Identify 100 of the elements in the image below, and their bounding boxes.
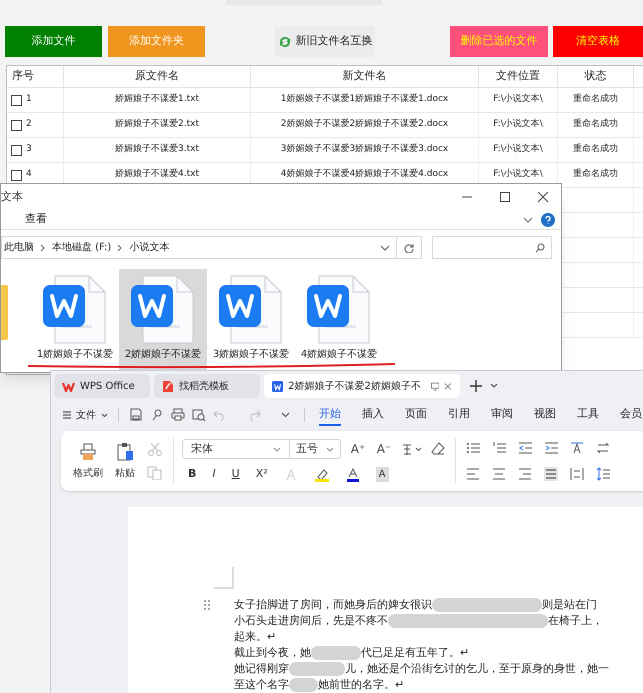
chevron-icon[interactable] [490, 383, 498, 389]
bullet-list-icon[interactable] [466, 441, 480, 455]
ribbon-tab[interactable]: 查看 [25, 211, 47, 228]
column-header: 状态 [558, 66, 634, 87]
file-item[interactable]: 2娇媚娘子不谋爱 [119, 269, 207, 372]
font-color-icon[interactable] [346, 468, 360, 482]
file-item[interactable]: 3娇媚娘子不谋爱 [207, 269, 295, 372]
line-spacing-icon[interactable] [596, 467, 610, 481]
format-button[interactable]: B [188, 466, 196, 483]
refresh-button[interactable] [397, 236, 422, 259]
ribbon-tab[interactable]: 视图 [534, 404, 556, 426]
table-cell-text: 1娇媚娘子不谋爱1娇媚娘子不谋爱1.docx [280, 93, 448, 106]
window-title: 文本 [1, 188, 23, 205]
format-button[interactable]: U [232, 466, 240, 483]
numbered-list-icon[interactable] [492, 441, 506, 455]
format-button[interactable]: I [212, 466, 216, 483]
breadcrumb-item[interactable]: 小说文本 [129, 240, 170, 255]
column-header: 序号 [7, 66, 64, 87]
shading-button[interactable]: A [376, 467, 388, 482]
ribbon-tab[interactable]: 引用 [448, 404, 470, 426]
close-icon[interactable] [444, 382, 452, 390]
row-checkbox[interactable] [11, 170, 22, 180]
row-number: 1 [26, 93, 32, 106]
template-icon [162, 380, 174, 392]
close-icon[interactable] [537, 191, 549, 203]
margin-corner-icon [214, 567, 234, 589]
character-spacing-icon[interactable] [570, 441, 584, 455]
eraser-icon[interactable] [431, 442, 445, 456]
ribbon-tab[interactable]: 审阅 [491, 404, 513, 426]
size-dropdown[interactable]: 五号 [290, 440, 340, 458]
ribbon-tab[interactable]: 页面 [405, 404, 427, 426]
distribute-icon[interactable] [570, 467, 584, 481]
redaction-smudge [289, 662, 345, 676]
ribbon-tab[interactable]: 工具 [577, 404, 599, 426]
text-direction-icon[interactable] [596, 441, 610, 455]
redaction-smudge [289, 678, 318, 692]
align-center-icon[interactable] [492, 467, 506, 481]
table-cell-text: 重命名成功 [573, 93, 618, 106]
format-button[interactable]: X² [256, 466, 268, 483]
phonetic-icon[interactable] [401, 442, 423, 456]
file-item[interactable]: 1娇媚娘子不谋爱 [31, 269, 119, 372]
print-icon[interactable] [171, 408, 185, 422]
highlight-icon[interactable] [314, 468, 330, 482]
font-dropdown[interactable]: 宋体 [183, 440, 290, 458]
row-number: 3 [26, 143, 32, 156]
outdent-icon[interactable] [518, 441, 532, 455]
breadcrumb-item[interactable]: 本地磁盘 (F:) [52, 240, 112, 255]
app-tab[interactable]: WPS Office [54, 374, 150, 398]
column-header: 文件位置 [479, 66, 558, 87]
app-tab[interactable]: 找稻壳模板 [154, 374, 260, 398]
align-right-icon[interactable] [518, 467, 532, 481]
chevron-icon[interactable] [281, 412, 290, 418]
app-tab[interactable]: 2娇媚娘子不谋爱2娇媚娘子不 [264, 374, 460, 398]
ribbon-tab[interactable]: 开始 [319, 404, 341, 426]
column-header: 原文件名 [64, 66, 251, 87]
toolbar-button[interactable]: 新旧文件名互换 [275, 26, 375, 57]
file-item[interactable]: 4娇媚娘子不谋爱 [295, 269, 383, 372]
save-icon[interactable] [129, 408, 143, 422]
chevron-icon [326, 446, 334, 452]
row-checkbox[interactable] [11, 94, 22, 106]
justify-icon[interactable] [544, 467, 558, 481]
table-cell-text: 娇媚娘子不谋爱4.txt [115, 168, 199, 182]
ribbon-tab[interactable]: 插入 [362, 404, 384, 426]
align-left-icon[interactable] [466, 467, 480, 481]
table-cell-text: 重命名成功 [573, 143, 618, 156]
clipboard-icon [115, 442, 135, 462]
ribbon-button[interactable]: 粘贴 [115, 442, 135, 480]
drag-handle-icon[interactable] [203, 599, 211, 611]
document-icon [307, 275, 371, 345]
monitor-icon[interactable] [430, 382, 440, 390]
document-text: 儿，她还是个沿街乞讨的乞儿，至于原身的身世，她一 [345, 661, 609, 677]
search-field[interactable] [432, 236, 552, 259]
print-preview-icon[interactable] [192, 408, 206, 422]
menu-icon [63, 411, 71, 419]
redaction-smudge [311, 646, 361, 660]
chevron-icon [40, 244, 46, 252]
chevron-icon[interactable] [523, 216, 533, 224]
refresh-icon [404, 242, 414, 252]
ribbon-button[interactable]: 格式刷 [73, 442, 103, 480]
document-text: 在椅子上， [548, 613, 603, 629]
font-size-button[interactable]: A⁺ [349, 440, 367, 458]
file-menu[interactable]: 文件 [63, 408, 108, 422]
table-cell-text: 重命名成功 [573, 118, 618, 132]
font-size-button[interactable]: A⁻ [375, 440, 393, 458]
row-checkbox[interactable] [11, 144, 22, 156]
indent-icon[interactable] [544, 441, 558, 455]
table-cell-text: 娇媚娘子不谋爱3.txt [115, 143, 199, 156]
row-checkbox[interactable] [11, 120, 22, 130]
plus-icon[interactable] [470, 380, 482, 392]
toolbar-button[interactable]: 添加文件 [5, 26, 102, 57]
document-text: 至这个名字 [234, 677, 289, 693]
address-bar[interactable]: 此电脑 本地磁盘 (F:) 小说文本 [1, 236, 397, 259]
ribbon-tab[interactable]: 会员 [620, 404, 642, 426]
document-text: 女子抬脚进了房间，而她身后的婢女很识 [234, 597, 432, 613]
maximize-icon[interactable] [499, 191, 511, 203]
toolbar-button[interactable]: 清空表格 [553, 26, 643, 57]
table-cell-text: F:\小说文本\ [493, 93, 543, 106]
wps-logo-icon [62, 380, 75, 392]
help-icon[interactable] [541, 212, 555, 226]
breadcrumb-item[interactable]: 此电脑 [4, 240, 34, 255]
